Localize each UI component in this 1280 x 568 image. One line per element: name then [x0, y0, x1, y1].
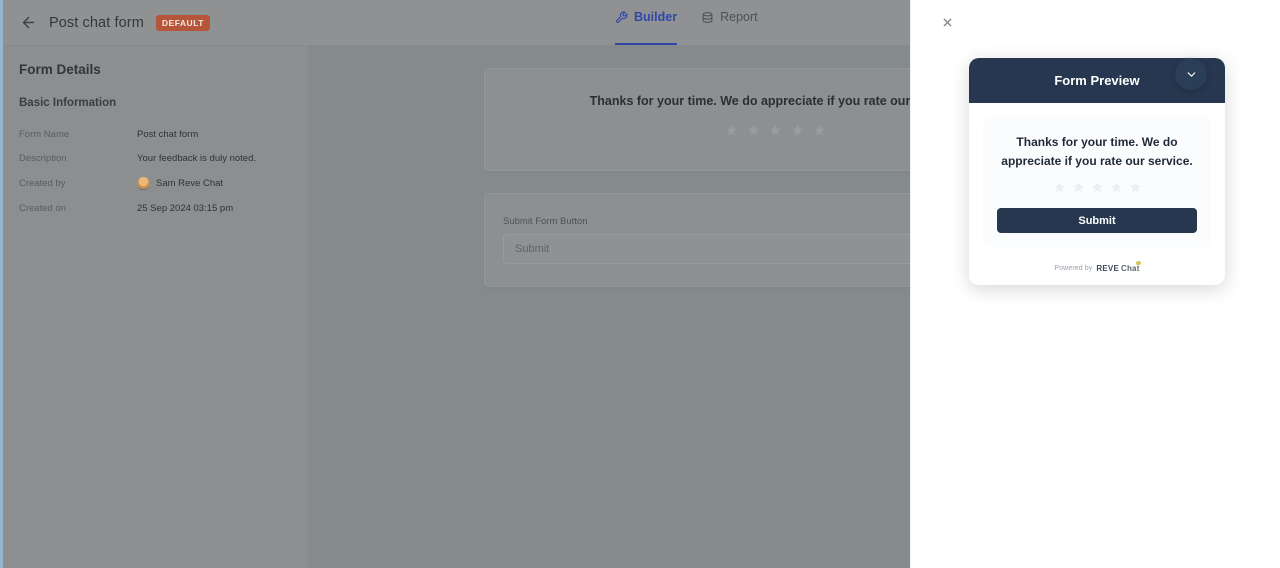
detail-row-description: Description Your feedback is duly noted.: [19, 153, 292, 164]
message-block-text: Thanks for your time. We do appreciate i…: [589, 94, 910, 108]
wrench-icon: [615, 11, 628, 24]
brand-chat-text: Chat: [1120, 261, 1141, 274]
reve-chat-logo: REVE Chat: [1096, 261, 1141, 274]
tab-report-label: Report: [720, 10, 758, 24]
avatar: [137, 177, 150, 190]
preview-card-body: Thanks for your time. We do appreciate i…: [969, 103, 1225, 256]
status-badge: DEFAULT: [155, 14, 210, 31]
chevron-down-icon[interactable]: [1175, 58, 1207, 90]
brand-chat-label: Chat: [1120, 264, 1140, 274]
form-details-title: Form Details: [19, 62, 101, 77]
preview-title: Form Preview: [1054, 73, 1140, 88]
detail-label: Created on: [19, 203, 67, 214]
submit-button-text-input[interactable]: [503, 234, 910, 264]
message-block-body: Thanks for your time. We do appreciate i…: [485, 69, 910, 170]
detail-label: Description: [19, 153, 67, 164]
tab-builder-label: Builder: [634, 10, 678, 24]
app-header: Post chat form DEFAULT Builder Report: [3, 0, 910, 46]
tab-builder[interactable]: Builder: [615, 0, 678, 45]
preview-card: Form Preview Thanks for your time. We do…: [969, 58, 1225, 286]
powered-by-label: Powered by: [1054, 265, 1093, 273]
submit-field-label: Submit Form Button: [503, 216, 588, 227]
basic-information-heading: Basic Information: [19, 97, 117, 109]
preview-footer: Powered by REVE Chat: [969, 255, 1225, 286]
preview-form-area: Thanks for your time. We do appreciate i…: [983, 117, 1211, 248]
star-icon[interactable]: [1091, 181, 1104, 194]
form-details-sidebar: Form Details Basic Information Form Name…: [3, 46, 308, 568]
preview-message-text: Thanks for your time. We do appreciate i…: [1001, 135, 1193, 168]
star-icon[interactable]: [813, 124, 826, 137]
form-preview-panel: Form Preview Thanks for your time. We do…: [910, 0, 1280, 568]
star-icon[interactable]: [1110, 181, 1123, 194]
detail-row-created-by: Created by Sam Reve Chat: [19, 177, 292, 190]
star-icon[interactable]: [747, 124, 760, 137]
detail-value: 25 Sep 2024 03:15 pm: [137, 203, 234, 214]
message-block-card[interactable]: Thanks for your time. We do appreciate i…: [484, 68, 910, 171]
app-background-layer: Post chat form DEFAULT Builder Report Fo…: [0, 0, 910, 568]
detail-value-created-by: Sam Reve Chat: [137, 177, 223, 190]
close-icon[interactable]: [937, 12, 957, 32]
brand-reve-text: REVE: [1096, 264, 1119, 274]
detail-row-created-on: Created on 25 Sep 2024 03:15 pm: [19, 203, 292, 214]
star-icon[interactable]: [769, 124, 782, 137]
submit-button-block-card[interactable]: Submit Form Button: [484, 193, 910, 287]
star-icon[interactable]: [791, 124, 804, 137]
header-tabs: Builder Report: [615, 0, 758, 45]
tab-report[interactable]: Report: [701, 0, 758, 45]
detail-row-form-name: Form Name Post chat form: [19, 129, 292, 140]
star-icon[interactable]: [1129, 181, 1142, 194]
preview-rating-stars[interactable]: [997, 181, 1197, 194]
database-icon: [701, 11, 714, 24]
page-title: Post chat form: [49, 14, 144, 31]
rating-stars[interactable]: [515, 124, 910, 137]
screen-root: Post chat form DEFAULT Builder Report Fo…: [0, 0, 1280, 568]
form-builder-canvas: Thanks for your time. We do appreciate i…: [308, 46, 910, 568]
detail-value: Your feedback is duly noted.: [137, 153, 257, 164]
preview-submit-button[interactable]: Submit: [997, 208, 1197, 234]
header-left-group: Post chat form DEFAULT: [3, 14, 210, 32]
detail-value: Post chat form: [137, 129, 199, 140]
brand-dot-icon: [1135, 261, 1141, 266]
detail-label: Created by: [19, 178, 66, 189]
star-icon[interactable]: [725, 124, 738, 137]
detail-label: Form Name: [19, 129, 70, 140]
created-by-name: Sam Reve Chat: [156, 178, 224, 189]
star-icon[interactable]: [1053, 181, 1066, 194]
arrow-left-icon[interactable]: [19, 14, 37, 32]
star-icon[interactable]: [1072, 181, 1085, 194]
